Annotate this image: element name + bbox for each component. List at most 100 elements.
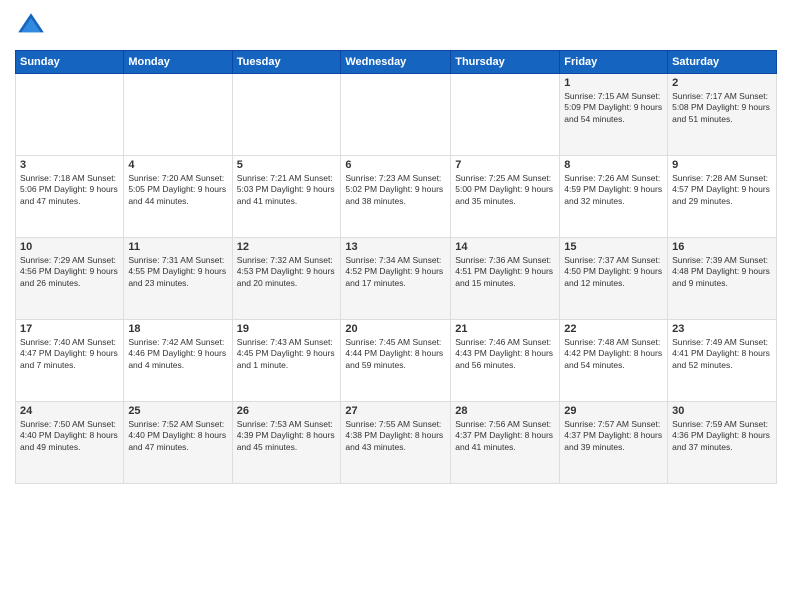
day-info: Sunrise: 7:36 AM Sunset: 4:51 PM Dayligh… (455, 255, 555, 289)
day-info: Sunrise: 7:39 AM Sunset: 4:48 PM Dayligh… (672, 255, 772, 289)
day-number: 22 (564, 323, 663, 335)
week-row-1: 3 Sunrise: 7:18 AM Sunset: 5:06 PM Daylig… (16, 156, 777, 238)
day-info: Sunrise: 7:53 AM Sunset: 4:39 PM Dayligh… (237, 419, 337, 453)
weekday-header-sunday: Sunday (16, 51, 124, 74)
header (15, 10, 777, 42)
week-row-2: 10 Sunrise: 7:29 AM Sunset: 4:56 PM Dayli… (16, 238, 777, 320)
day-number: 18 (128, 323, 227, 335)
day-info: Sunrise: 7:59 AM Sunset: 4:36 PM Dayligh… (672, 419, 772, 453)
day-info: Sunrise: 7:18 AM Sunset: 5:06 PM Dayligh… (20, 173, 119, 207)
day-number: 15 (564, 241, 663, 253)
weekday-header-tuesday: Tuesday (232, 51, 341, 74)
week-row-3: 17Sunrise: 7:40 AM Sunset: 4:47 PM Dayli… (16, 320, 777, 402)
day-info: Sunrise: 7:50 AM Sunset: 4:40 PM Dayligh… (20, 419, 119, 453)
day-cell: 2Sunrise: 7:17 AM Sunset: 5:08 PM Daylig… (668, 74, 777, 156)
day-cell: 26 Sunrise: 7:53 AM Sunset: 4:39 PM Dayli… (232, 402, 341, 484)
day-info: Sunrise: 7:29 AM Sunset: 4:56 PM Dayligh… (20, 255, 119, 289)
calendar-table: SundayMondayTuesdayWednesdayThursdayFrid… (15, 50, 777, 484)
day-number: 13 (345, 241, 446, 253)
day-cell: 9 Sunrise: 7:28 AM Sunset: 4:57 PM Daylig… (668, 156, 777, 238)
day-number: 20 (345, 323, 446, 335)
day-number: 24 (20, 405, 119, 417)
day-cell: 28 Sunrise: 7:56 AM Sunset: 4:37 PM Dayli… (451, 402, 560, 484)
day-number: 7 (455, 159, 555, 171)
day-cell: 15 Sunrise: 7:37 AM Sunset: 4:50 PM Dayli… (560, 238, 668, 320)
day-cell: 24 Sunrise: 7:50 AM Sunset: 4:40 PM Dayli… (16, 402, 124, 484)
day-number: 30 (672, 405, 772, 417)
day-cell: 11Sunrise: 7:31 AM Sunset: 4:55 PM Dayli… (124, 238, 232, 320)
day-cell: 10 Sunrise: 7:29 AM Sunset: 4:56 PM Dayli… (16, 238, 124, 320)
day-info: Sunrise: 7:17 AM Sunset: 5:08 PM Dayligh… (672, 91, 772, 125)
calendar-container: SundayMondayTuesdayWednesdayThursdayFrid… (0, 0, 792, 612)
day-number: 19 (237, 323, 337, 335)
day-number: 3 (20, 159, 119, 171)
day-info: Sunrise: 7:52 AM Sunset: 4:40 PM Dayligh… (128, 419, 227, 453)
day-info: Sunrise: 7:20 AM Sunset: 5:05 PM Dayligh… (128, 173, 227, 207)
day-number: 16 (672, 241, 772, 253)
day-info: Sunrise: 7:28 AM Sunset: 4:57 PM Dayligh… (672, 173, 772, 207)
day-number: 6 (345, 159, 446, 171)
weekday-header-row: SundayMondayTuesdayWednesdayThursdayFrid… (16, 51, 777, 74)
day-cell: 19 Sunrise: 7:43 AM Sunset: 4:45 PM Dayli… (232, 320, 341, 402)
logo-icon (15, 10, 47, 42)
day-cell: 3 Sunrise: 7:18 AM Sunset: 5:06 PM Daylig… (16, 156, 124, 238)
day-number: 21 (455, 323, 555, 335)
day-info: Sunrise: 7:45 AM Sunset: 4:44 PM Dayligh… (345, 337, 446, 371)
day-cell: 17Sunrise: 7:40 AM Sunset: 4:47 PM Dayli… (16, 320, 124, 402)
week-row-4: 24 Sunrise: 7:50 AM Sunset: 4:40 PM Dayli… (16, 402, 777, 484)
day-cell: 25 Sunrise: 7:52 AM Sunset: 4:40 PM Dayli… (124, 402, 232, 484)
day-cell: 30 Sunrise: 7:59 AM Sunset: 4:36 PM Dayli… (668, 402, 777, 484)
day-cell: 16 Sunrise: 7:39 AM Sunset: 4:48 PM Dayli… (668, 238, 777, 320)
day-info: Sunrise: 7:42 AM Sunset: 4:46 PM Dayligh… (128, 337, 227, 371)
weekday-header-friday: Friday (560, 51, 668, 74)
weekday-header-saturday: Saturday (668, 51, 777, 74)
day-cell: 21 Sunrise: 7:46 AM Sunset: 4:43 PM Dayli… (451, 320, 560, 402)
day-info: Sunrise: 7:37 AM Sunset: 4:50 PM Dayligh… (564, 255, 663, 289)
day-info: Sunrise: 7:25 AM Sunset: 5:00 PM Dayligh… (455, 173, 555, 207)
day-number: 14 (455, 241, 555, 253)
day-cell (16, 74, 124, 156)
day-info: Sunrise: 7:23 AM Sunset: 5:02 PM Dayligh… (345, 173, 446, 207)
day-info: Sunrise: 7:21 AM Sunset: 5:03 PM Dayligh… (237, 173, 337, 207)
day-number: 11 (128, 241, 227, 253)
day-cell (232, 74, 341, 156)
day-number: 23 (672, 323, 772, 335)
day-info: Sunrise: 7:48 AM Sunset: 4:42 PM Dayligh… (564, 337, 663, 371)
day-info: Sunrise: 7:43 AM Sunset: 4:45 PM Dayligh… (237, 337, 337, 371)
weekday-header-monday: Monday (124, 51, 232, 74)
day-cell: 13 Sunrise: 7:34 AM Sunset: 4:52 PM Dayli… (341, 238, 451, 320)
day-info: Sunrise: 7:32 AM Sunset: 4:53 PM Dayligh… (237, 255, 337, 289)
day-number: 26 (237, 405, 337, 417)
day-cell: 22 Sunrise: 7:48 AM Sunset: 4:42 PM Dayli… (560, 320, 668, 402)
day-number: 10 (20, 241, 119, 253)
day-number: 28 (455, 405, 555, 417)
logo (15, 10, 51, 42)
day-cell: 8 Sunrise: 7:26 AM Sunset: 4:59 PM Daylig… (560, 156, 668, 238)
day-info: Sunrise: 7:34 AM Sunset: 4:52 PM Dayligh… (345, 255, 446, 289)
day-cell: 14 Sunrise: 7:36 AM Sunset: 4:51 PM Dayli… (451, 238, 560, 320)
day-cell (124, 74, 232, 156)
day-number: 5 (237, 159, 337, 171)
day-number: 27 (345, 405, 446, 417)
day-info: Sunrise: 7:46 AM Sunset: 4:43 PM Dayligh… (455, 337, 555, 371)
week-row-0: 1 Sunrise: 7:15 AM Sunset: 5:09 PM Daylig… (16, 74, 777, 156)
day-cell: 1 Sunrise: 7:15 AM Sunset: 5:09 PM Daylig… (560, 74, 668, 156)
day-number: 9 (672, 159, 772, 171)
day-cell (451, 74, 560, 156)
day-info: Sunrise: 7:55 AM Sunset: 4:38 PM Dayligh… (345, 419, 446, 453)
day-number: 1 (564, 77, 663, 89)
day-cell: 6 Sunrise: 7:23 AM Sunset: 5:02 PM Daylig… (341, 156, 451, 238)
day-number: 8 (564, 159, 663, 171)
day-number: 25 (128, 405, 227, 417)
day-info: Sunrise: 7:49 AM Sunset: 4:41 PM Dayligh… (672, 337, 772, 371)
day-info: Sunrise: 7:40 AM Sunset: 4:47 PM Dayligh… (20, 337, 119, 371)
day-cell: 27 Sunrise: 7:55 AM Sunset: 4:38 PM Dayli… (341, 402, 451, 484)
day-info: Sunrise: 7:15 AM Sunset: 5:09 PM Dayligh… (564, 91, 663, 125)
weekday-header-thursday: Thursday (451, 51, 560, 74)
day-cell: 29Sunrise: 7:57 AM Sunset: 4:37 PM Dayli… (560, 402, 668, 484)
day-cell: 7 Sunrise: 7:25 AM Sunset: 5:00 PM Daylig… (451, 156, 560, 238)
day-info: Sunrise: 7:26 AM Sunset: 4:59 PM Dayligh… (564, 173, 663, 207)
day-cell: 12Sunrise: 7:32 AM Sunset: 4:53 PM Dayli… (232, 238, 341, 320)
day-info: Sunrise: 7:56 AM Sunset: 4:37 PM Dayligh… (455, 419, 555, 453)
day-cell (341, 74, 451, 156)
